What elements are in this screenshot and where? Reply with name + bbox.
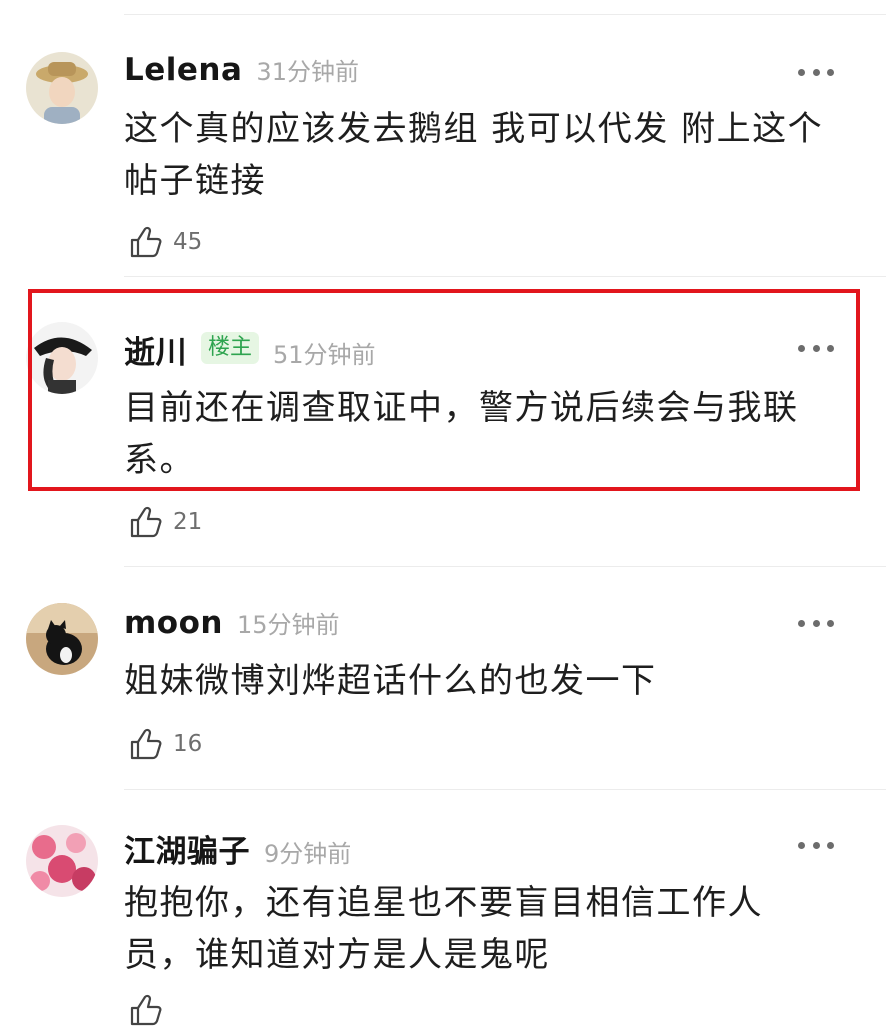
thumbs-up-icon — [130, 994, 162, 1026]
divider-top — [124, 14, 886, 15]
thumbs-up-icon — [130, 728, 162, 760]
more-dots-icon[interactable] — [798, 67, 834, 77]
comment-text: 这个真的应该发去鹅组 我可以代发 附上这个帖子链接 — [124, 109, 824, 201]
avatar-pink-flowers-icon — [26, 825, 98, 897]
avatar[interactable] — [26, 52, 98, 124]
timestamp: 9分钟前 — [264, 840, 352, 868]
op-badge: 楼主 — [201, 331, 260, 364]
avatar-black-hat-portrait-icon — [26, 322, 98, 394]
more-dots-icon[interactable] — [798, 618, 834, 628]
like-count: 45 — [173, 229, 203, 255]
timestamp: 15分钟前 — [236, 611, 340, 639]
avatar-straw-hat-painting-icon — [26, 52, 98, 124]
more-dots-icon[interactable] — [798, 343, 834, 353]
comment-header: Lelena 31分钟前 — [124, 52, 359, 88]
avatar[interactable] — [26, 825, 98, 897]
like-button[interactable] — [128, 992, 164, 1028]
comment-text: 抱抱你，还有追星也不要盲目相信工作人员，谁知道对方是人是鬼呢 — [124, 883, 763, 975]
divider — [124, 276, 886, 277]
timestamp: 31分钟前 — [256, 58, 359, 86]
comment-text: 姐妹微博刘烨超话什么的也发一下 — [124, 661, 657, 701]
like-count: 16 — [173, 731, 203, 757]
timestamp: 51分钟前 — [273, 341, 376, 369]
thumbs-up-icon — [130, 226, 162, 258]
avatar-black-cat-icon — [26, 603, 98, 675]
avatar[interactable] — [26, 322, 98, 394]
comment-header: 江湖骗子 9分钟前 — [124, 826, 351, 871]
thumbs-up-icon — [130, 506, 162, 538]
like-count: 21 — [173, 509, 203, 535]
avatar[interactable] — [26, 603, 98, 675]
comment-text: 目前还在调查取证中，警方说后续会与我联系。 — [124, 388, 799, 480]
like-button[interactable]: 21 — [128, 504, 202, 540]
comment-header: moon 15分钟前 — [124, 605, 340, 641]
username[interactable]: moon — [124, 605, 223, 641]
username[interactable]: Lelena — [124, 52, 242, 88]
username[interactable]: 逝川 — [124, 327, 187, 372]
more-dots-icon[interactable] — [798, 840, 834, 850]
username[interactable]: 江湖骗子 — [124, 826, 250, 871]
divider — [124, 566, 886, 567]
like-button[interactable]: 45 — [128, 224, 202, 260]
comment-header: 逝川 楼主 51分钟前 — [124, 327, 376, 372]
like-button[interactable]: 16 — [128, 726, 202, 762]
divider — [124, 789, 886, 790]
